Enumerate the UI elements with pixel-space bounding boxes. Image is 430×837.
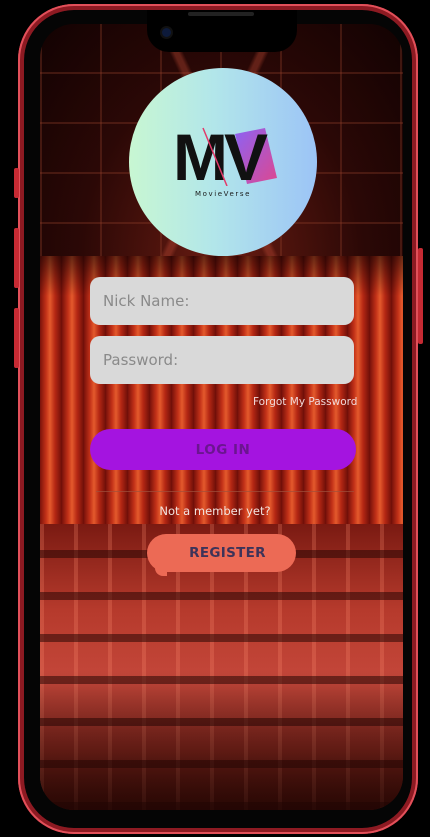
logo-mv-mark: MV [173, 126, 277, 186]
silent-switch [14, 168, 19, 198]
earpiece-speaker [188, 12, 254, 16]
form-divider [96, 491, 354, 492]
login-button[interactable]: LOG IN [90, 429, 356, 470]
volume-down-button [14, 308, 19, 368]
volume-up-button [14, 228, 19, 288]
logo-subtitle: MovieVerse [194, 190, 252, 198]
power-button [418, 248, 423, 344]
not-member-text: Not a member yet? [159, 504, 271, 518]
app-stage: MV MovieVerse Forgot My Password LOG IN … [0, 0, 430, 837]
front-camera [162, 28, 171, 37]
logo-letters: MV [173, 126, 268, 186]
password-input[interactable] [90, 336, 354, 384]
forgot-password-link[interactable]: Forgot My Password [253, 396, 357, 408]
app-logo: MV MovieVerse [129, 68, 317, 256]
nickname-input[interactable] [90, 277, 354, 325]
register-button[interactable]: REGISTER [147, 534, 296, 576]
